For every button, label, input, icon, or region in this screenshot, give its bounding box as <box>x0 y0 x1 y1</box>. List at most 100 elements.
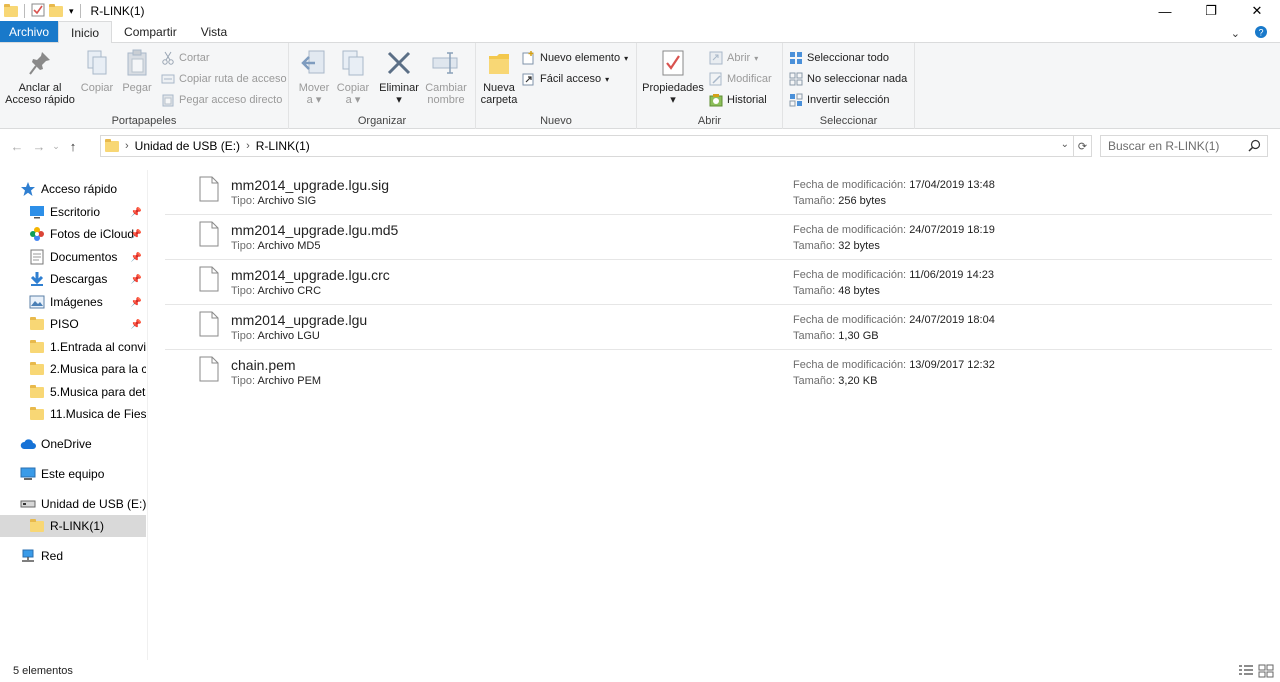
up-icon[interactable]: ↑ <box>62 139 84 154</box>
file-modified: 13/09/2017 12:32 <box>909 359 995 371</box>
paste-shortcut-button[interactable]: Pegar acceso directo <box>161 93 282 107</box>
minimize-button[interactable]: — <box>1142 0 1188 22</box>
new-item-button[interactable]: Nuevo elemento ▾ <box>522 51 628 65</box>
ribbon: Anclar al Acceso rápido Copiar Pegar Cor… <box>0 43 1280 129</box>
rename-button[interactable]: Cambiar nombre <box>421 47 471 106</box>
nav-onedrive[interactable]: OneDrive <box>20 433 146 455</box>
open-button[interactable]: Abrir ▾ <box>709 51 758 65</box>
folder-icon <box>29 406 45 422</box>
forward-icon[interactable]: → <box>28 139 50 154</box>
customize-toolbar-icon[interactable]: ▾ <box>69 6 74 17</box>
nav-item-documents[interactable]: Documentos 📌 <box>29 246 146 268</box>
nav-item-recent-3[interactable]: 5.Musica para detal <box>29 381 146 403</box>
icloud-photos-icon <box>29 226 45 242</box>
search-icon <box>1248 139 1261 155</box>
nav-item-recent-2[interactable]: 2.Musica para la co <box>29 358 146 380</box>
chevron-right-icon[interactable]: › <box>125 140 129 152</box>
pin-icon[interactable]: 📌 <box>131 297 142 308</box>
details-view-icon[interactable] <box>1238 664 1254 681</box>
breadcrumb-usb[interactable]: Unidad de USB (E:) <box>135 139 240 153</box>
folder-icon <box>29 384 45 400</box>
expand-ribbon-icon[interactable]: ⌄ <box>1231 27 1240 40</box>
item-count: 5 elementos <box>13 665 73 677</box>
nav-network[interactable]: Red <box>20 545 146 567</box>
nav-item-icloud-photos[interactable]: Fotos de iCloud 📌 <box>29 223 146 245</box>
pin-icon[interactable]: 📌 <box>131 252 142 263</box>
group-label-seleccionar: Seleccionar <box>819 115 878 127</box>
file-modified: 17/04/2019 13:48 <box>909 179 995 191</box>
pin-icon[interactable]: 📌 <box>131 274 142 285</box>
list-item[interactable]: mm2014_upgrade.lgu Tipo: Archivo LGU Fec… <box>165 305 1272 350</box>
refresh-icon[interactable]: ⟳ <box>1074 135 1092 157</box>
easy-access-button[interactable]: Fácil acceso ▾ <box>522 72 609 86</box>
chevron-right-icon[interactable]: › <box>246 140 250 152</box>
paste-button[interactable]: Pegar <box>118 47 156 94</box>
large-icons-view-icon[interactable] <box>1258 664 1274 681</box>
address-bar[interactable]: › Unidad de USB (E:) › R-LINK(1) ⌄ <box>100 135 1074 157</box>
ribbon-tabs: Archivo Inicio Compartir Vista ⌄ ? <box>0 21 1280 43</box>
select-all-button[interactable]: Seleccionar todo <box>789 51 889 65</box>
new-folder-button[interactable]: Nueva carpeta <box>478 47 520 106</box>
cloud-icon <box>20 436 36 452</box>
nav-item-pictures[interactable]: Imágenes 📌 <box>29 291 146 313</box>
tab-share[interactable]: Compartir <box>112 21 189 42</box>
delete-button[interactable]: Eliminar ▾ <box>378 47 420 106</box>
file-type: Archivo MD5 <box>257 240 321 252</box>
pin-quick-access-button[interactable]: Anclar al Acceso rápido <box>4 47 76 106</box>
folder-icon <box>29 361 45 377</box>
close-button[interactable]: ✕ <box>1234 0 1280 22</box>
back-icon[interactable]: ← <box>6 139 28 154</box>
navigation-pane: Acceso rápido Escritorio 📌 Fotos de iClo… <box>0 170 148 660</box>
paste-shortcut-icon <box>161 93 175 107</box>
folder-icon <box>29 339 45 355</box>
nav-item-piso[interactable]: PISO 📌 <box>29 313 146 335</box>
copy-to-button[interactable]: Copiar a ▾ <box>334 47 372 106</box>
pin-icon[interactable]: 📌 <box>131 207 142 218</box>
folder-icon <box>29 518 45 534</box>
nav-this-pc[interactable]: Este equipo <box>20 463 146 485</box>
properties-button[interactable]: Propiedades ▾ <box>641 47 705 106</box>
chevron-down-icon[interactable]: ⌄ <box>1061 139 1069 150</box>
copy-path-button[interactable]: Copiar ruta de acceso <box>161 72 287 86</box>
help-icon[interactable]: ? <box>1254 25 1268 42</box>
nav-item-recent-1[interactable]: 1.Entrada al convite <box>29 336 146 358</box>
tab-home[interactable]: Inicio <box>58 21 113 43</box>
usb-drive-icon <box>20 496 36 512</box>
move-to-button[interactable]: Mover a ▾ <box>295 47 333 106</box>
recent-locations-icon[interactable]: ⌄ <box>50 141 62 152</box>
address-row: ← → ⌄ ↑ › Unidad de USB (E:) › R-LINK(1)… <box>0 132 1280 160</box>
properties-quick-icon[interactable] <box>31 3 45 20</box>
group-seleccionar: Seleccionar todo No seleccionar nada Inv… <box>783 43 915 129</box>
open-icon <box>709 51 723 65</box>
search-input[interactable]: Buscar en R-LINK(1) <box>1100 135 1268 157</box>
copy-button[interactable]: Copiar <box>78 47 116 94</box>
pin-icon[interactable]: 📌 <box>131 319 142 330</box>
nav-current-folder[interactable]: R-LINK(1) <box>0 515 146 537</box>
edit-button[interactable]: Modificar <box>709 72 772 86</box>
tab-view[interactable]: Vista <box>189 21 239 42</box>
group-organizar: Mover a ▾ Copiar a ▾ Eliminar ▾ Cambiar … <box>289 43 476 129</box>
list-item[interactable]: mm2014_upgrade.lgu.sig Tipo: Archivo SIG… <box>165 170 1272 215</box>
nav-item-recent-4[interactable]: 11.Musica de Fiesta <box>29 403 146 425</box>
nav-quick-access[interactable]: Acceso rápido <box>20 178 146 200</box>
list-item[interactable]: mm2014_upgrade.lgu.md5 Tipo: Archivo MD5… <box>165 215 1272 260</box>
tab-file[interactable]: Archivo <box>0 21 59 42</box>
restore-button[interactable]: ❐ <box>1188 0 1234 22</box>
nav-item-downloads[interactable]: Descargas 📌 <box>29 268 146 290</box>
status-bar: 5 elementos <box>0 660 1280 682</box>
pin-icon[interactable]: 📌 <box>131 229 142 240</box>
nav-item-desktop[interactable]: Escritorio 📌 <box>29 201 146 223</box>
history-button[interactable]: Historial <box>709 93 767 107</box>
file-type: Archivo CRC <box>257 285 322 297</box>
list-item[interactable]: mm2014_upgrade.lgu.crc Tipo: Archivo CRC… <box>165 260 1272 305</box>
select-none-button[interactable]: No seleccionar nada <box>789 72 907 86</box>
new-folder-quick-icon[interactable] <box>49 3 63 17</box>
list-item[interactable]: chain.pem Tipo: Archivo PEM Fecha de mod… <box>165 350 1272 395</box>
breadcrumb-current[interactable]: R-LINK(1) <box>256 139 310 153</box>
nav-usb-drive[interactable]: Unidad de USB (E:) <box>20 493 146 515</box>
invert-selection-button[interactable]: Invertir selección <box>789 93 890 107</box>
pictures-icon <box>29 294 45 310</box>
group-label-nuevo: Nuevo <box>540 115 572 127</box>
copy-path-icon <box>161 72 175 86</box>
cut-button[interactable]: Cortar <box>161 51 210 65</box>
